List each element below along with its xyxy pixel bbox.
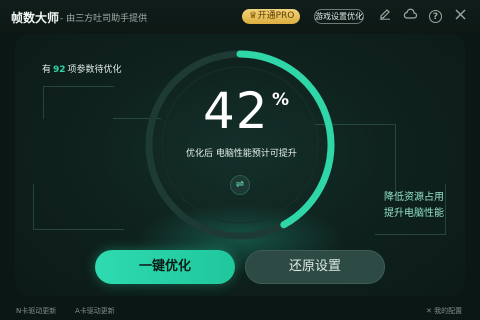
wrench-icon: ✕: [426, 307, 435, 315]
percent-sign: %: [272, 90, 290, 110]
params-prefix: 有: [42, 65, 52, 75]
restore-settings-button[interactable]: 还原设置: [245, 250, 385, 284]
side-benefits: 降低资源占用 提升电脑性能: [384, 190, 444, 222]
progress-ring: [145, 50, 335, 240]
side-line-2: 提升电脑性能: [384, 208, 444, 219]
side-line-1: 降低资源占用: [384, 192, 444, 203]
one-click-optimize-button[interactable]: 一键优化: [95, 250, 235, 284]
my-config-label: 我的配置: [434, 307, 463, 315]
percent-value: 42: [203, 82, 269, 140]
params-pending: 有 92 项参数待优化: [42, 62, 122, 75]
nvidia-driver-update-link[interactable]: N卡驱动更新: [16, 306, 56, 316]
my-config-link[interactable]: ✕ 我的配置: [426, 306, 462, 316]
tune-settings-icon[interactable]: ⇌: [230, 175, 250, 195]
params-count: 92: [53, 65, 66, 75]
improvement-caption: 优化后 电脑性能预计可提升: [186, 149, 297, 159]
amd-driver-update-link[interactable]: A卡驱动更新: [75, 306, 115, 316]
params-suffix: 项参数待优化: [67, 65, 122, 75]
footer: N卡驱动更新 A卡驱动更新 ✕ 我的配置: [0, 300, 480, 320]
